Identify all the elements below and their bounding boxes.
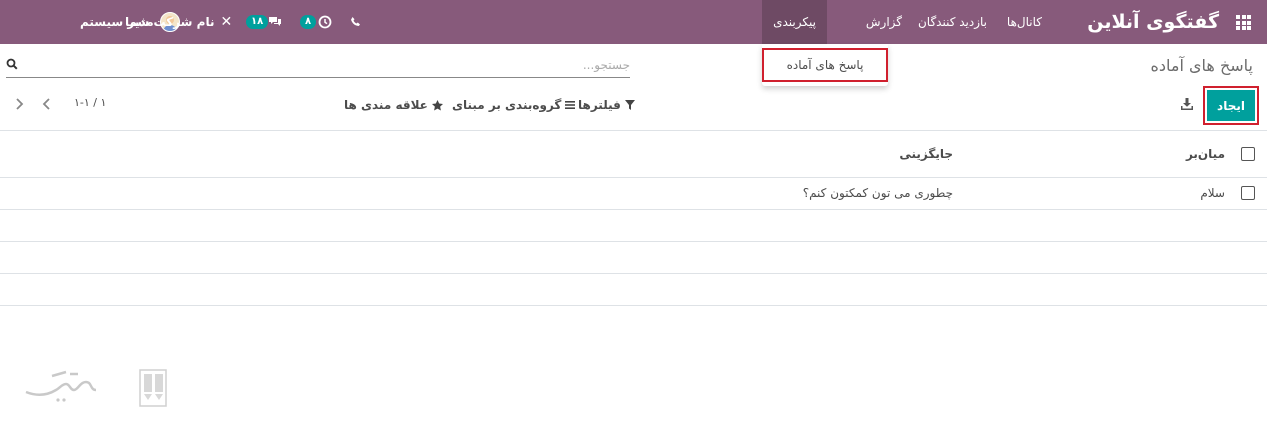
messaging-menu[interactable]: ۱۸ (246, 0, 282, 44)
favorites-button[interactable]: علاقه مندی ها (344, 96, 443, 114)
configuration-dropdown: پاسخ های آماده (762, 44, 888, 86)
search-bar (6, 52, 630, 78)
phone-icon[interactable] (350, 0, 362, 44)
cell-substitution[interactable]: چطوری می تون کمکتون کنم؟ (803, 186, 953, 200)
close-icon: ✕ (220, 14, 233, 30)
column-header-shortcut[interactable]: میان‌بر (1186, 147, 1225, 161)
watermark-logo (25, 369, 167, 407)
menu-channels[interactable]: کانال‌ها (1007, 0, 1042, 44)
page-title: پاسخ های آماده (1150, 56, 1253, 75)
row-border (0, 241, 1267, 242)
table-top-border (0, 130, 1267, 131)
menu-item-canned-responses[interactable]: پاسخ های آماده (762, 48, 888, 82)
filter-icon (624, 100, 635, 110)
company-switcher[interactable]: نام شرکت شما ✕ (125, 0, 232, 44)
row-checkbox[interactable] (1241, 186, 1255, 200)
activity-count-badge: ۸ (300, 15, 317, 29)
bars-icon (565, 101, 576, 109)
activity-menu[interactable]: ۸ (300, 0, 332, 44)
clock-icon (318, 15, 332, 29)
groupby-button[interactable]: گروه‌بندی بر مبنای (452, 96, 576, 114)
header-row-border (0, 177, 1267, 178)
menu-configuration[interactable]: پیکربندی (762, 0, 827, 44)
download-icon[interactable] (1180, 97, 1194, 111)
pager-value[interactable]: ۱-۱ / ۱ (74, 96, 106, 109)
favorites-label: علاقه مندی ها (344, 98, 428, 112)
cell-shortcut[interactable]: سلام (1200, 186, 1225, 200)
menu-visitors[interactable]: بازدید کنندگان (918, 0, 987, 44)
chat-bubbles-icon (269, 17, 282, 26)
star-icon (431, 99, 443, 110)
search-input[interactable] (30, 54, 630, 76)
search-icon[interactable] (6, 58, 18, 70)
row-border (0, 273, 1267, 274)
chevron-right-icon[interactable] (12, 97, 26, 111)
chevron-left-icon[interactable] (40, 97, 54, 111)
row-border (0, 209, 1267, 210)
apps-grid-icon[interactable] (1236, 15, 1251, 30)
top-navbar: گفتگوی آنلاین کانال‌ها بازدید کنندگان گز… (0, 0, 1267, 44)
select-all-checkbox[interactable] (1241, 147, 1255, 161)
filters-label: فیلترها (578, 98, 621, 112)
groupby-label: گروه‌بندی بر مبنای (452, 98, 562, 112)
column-header-substitution[interactable]: جایگزینی (899, 147, 953, 161)
company-name: نام شرکت شما (125, 15, 215, 29)
create-button[interactable]: ایجاد (1207, 90, 1255, 121)
app-brand[interactable]: گفتگوی آنلاین (1087, 0, 1219, 44)
menu-report[interactable]: گزارش (866, 0, 902, 44)
row-border (0, 305, 1267, 306)
filters-button[interactable]: فیلترها (578, 96, 635, 114)
chat-count-badge: ۱۸ (246, 15, 269, 29)
